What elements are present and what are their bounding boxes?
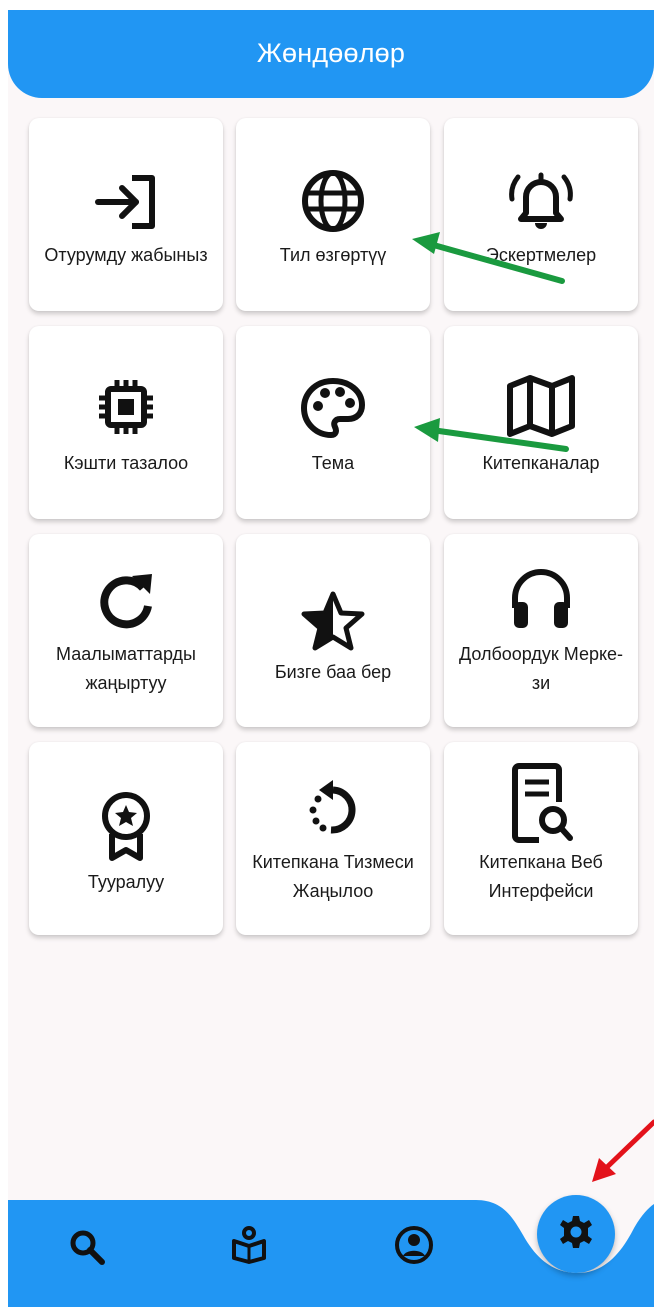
tile-label: Эскертмелер: [485, 245, 597, 265]
tile-project-center[interactable]: Долбоордук Мерке- зи: [444, 534, 638, 727]
document-search-icon: [444, 762, 638, 844]
refresh-icon: [29, 570, 223, 630]
award-icon: [29, 790, 223, 862]
tile-label: Тууралуу: [87, 872, 165, 892]
nav-settings-active[interactable]: [537, 1195, 615, 1273]
settings-gear-icon: [558, 1214, 594, 1255]
page-title: Жөндөөлөр: [256, 37, 406, 68]
tile-clear-cache[interactable]: Кэшти тазалоо: [29, 326, 223, 519]
tile-logout[interactable]: Отурумду жабыныз: [29, 118, 223, 311]
app-header: Жөндөөлөр: [8, 10, 654, 98]
tile-label: Китепкана Веб Интерфейси: [479, 852, 603, 901]
tile-label: Бизге баа бер: [274, 662, 392, 682]
chip-icon: [29, 378, 223, 436]
settings-screen: Жөндөөлөр Отурумду жабыныз Тил өзгөртүү: [8, 10, 654, 1307]
tile-notifications[interactable]: Эскертмелер: [444, 118, 638, 311]
rotate-dotted-icon: [236, 776, 430, 838]
tile-libraries[interactable]: Китепканалар: [444, 326, 638, 519]
logout-icon: [29, 172, 223, 232]
tile-about[interactable]: Тууралуу: [29, 742, 223, 935]
bell-ringing-icon: [444, 167, 638, 231]
headphones-icon: [444, 564, 638, 630]
tile-label: Маалыматтарды жаңыртуу: [56, 644, 196, 693]
tile-refresh-data[interactable]: Маалыматтарды жаңыртуу: [29, 534, 223, 727]
star-half-icon: [236, 590, 430, 652]
tile-rate-us[interactable]: Бизге баа бер: [236, 534, 430, 727]
tile-theme[interactable]: Тема: [236, 326, 430, 519]
tile-label: Китепканалар: [482, 453, 600, 473]
tile-change-language[interactable]: Тил өзгөртүү: [236, 118, 430, 311]
tile-label: Долбоордук Мерке- зи: [458, 644, 624, 693]
globe-icon: [236, 169, 430, 233]
tile-label: Кэшти тазалоо: [63, 453, 189, 473]
nav-reading[interactable]: [219, 1217, 279, 1277]
nav-search[interactable]: [57, 1219, 117, 1279]
account-circle-icon: [394, 1225, 434, 1270]
tile-label: Тема: [311, 453, 355, 473]
map-icon: [444, 374, 638, 438]
tile-library-web-interface[interactable]: Китепкана Веб Интерфейси: [444, 742, 638, 935]
reader-icon: [231, 1225, 267, 1269]
tile-label: Отурумду жабыныз: [44, 245, 208, 265]
search-icon: [69, 1229, 105, 1270]
nav-profile[interactable]: [384, 1217, 444, 1277]
tile-update-library-list[interactable]: Китепкана Тизмеси Жаңылоо: [236, 742, 430, 935]
palette-icon: [236, 376, 430, 440]
tile-label: Китепкана Тизмеси Жаңылоо: [252, 852, 414, 901]
tile-label: Тил өзгөртүү: [279, 245, 387, 265]
